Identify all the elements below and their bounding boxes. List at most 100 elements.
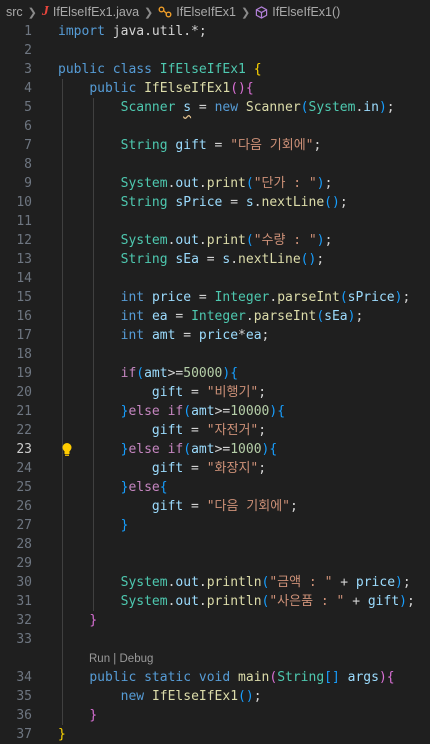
line-number[interactable]: 24 bbox=[0, 459, 32, 478]
code-text[interactable]: } bbox=[58, 706, 97, 725]
line-number[interactable]: 17 bbox=[0, 326, 32, 345]
code-text[interactable]: }else if(amt>=1000){ bbox=[58, 440, 278, 459]
code-token: gift bbox=[151, 423, 184, 438]
line-number[interactable]: 25 bbox=[0, 478, 32, 497]
code-text[interactable]: System.out.print("단가 : "); bbox=[58, 174, 333, 193]
line-number[interactable]: 35 bbox=[0, 687, 32, 706]
line-number[interactable]: 34 bbox=[0, 668, 32, 687]
line-number[interactable]: 30 bbox=[0, 573, 32, 592]
breadcrumb-method[interactable]: IfElseIfEx1() bbox=[272, 5, 340, 19]
code-editor[interactable]: 1 import java.util.*; 2 3 public class IfEls… bbox=[0, 22, 430, 744]
line-number[interactable]: 15 bbox=[0, 288, 32, 307]
line-number[interactable]: 18 bbox=[0, 345, 32, 364]
code-text[interactable]: int amt = price*ea; bbox=[58, 326, 270, 345]
code-text[interactable]: System.out.println("금액 : " + price); bbox=[58, 573, 411, 592]
code-text[interactable]: gift = "자전거"; bbox=[58, 421, 266, 440]
breadcrumb-class[interactable]: IfElseIfEx1 bbox=[176, 5, 236, 19]
line-number[interactable]: 26 bbox=[0, 497, 32, 516]
indent-guide bbox=[93, 269, 94, 288]
code-token: System bbox=[308, 100, 356, 115]
indent-guide bbox=[62, 269, 63, 288]
line-number[interactable]: 29 bbox=[0, 554, 32, 573]
code-text[interactable]: } bbox=[58, 725, 66, 744]
code-token: { bbox=[269, 442, 278, 457]
line-number[interactable]: 19 bbox=[0, 364, 32, 383]
line-number[interactable]: 36 bbox=[0, 706, 32, 725]
code-line: 11 bbox=[0, 212, 430, 231]
line-number[interactable]: 8 bbox=[0, 155, 32, 174]
code-token: sEa bbox=[324, 309, 348, 324]
java-file-icon: J bbox=[41, 4, 49, 19]
line-number[interactable]: 10 bbox=[0, 193, 32, 212]
code-token: int bbox=[120, 290, 145, 305]
codelens-separator: | bbox=[110, 653, 120, 665]
line-number[interactable]: 33 bbox=[0, 630, 32, 649]
code-text[interactable]: public IfElseIfEx1(){ bbox=[58, 79, 253, 98]
code-text[interactable]: }else{ bbox=[58, 478, 168, 497]
code-token: . bbox=[198, 233, 207, 248]
line-number[interactable]: 5 bbox=[0, 98, 32, 117]
breadcrumb-file[interactable]: IfElseIfEx1.java bbox=[53, 5, 139, 19]
code-token: = bbox=[167, 309, 192, 324]
code-text[interactable]: new IfElseIfEx1(); bbox=[58, 687, 262, 706]
code-token: . bbox=[198, 594, 207, 609]
line-number[interactable]: 16 bbox=[0, 307, 32, 326]
code-text[interactable]: gift = "비행기"; bbox=[58, 383, 266, 402]
code-text[interactable]: gift = "화장지"; bbox=[58, 459, 266, 478]
line-number[interactable]: 3 bbox=[0, 60, 32, 79]
code-text[interactable]: System.out.print("수량 : "); bbox=[58, 231, 333, 250]
line-number[interactable]: 14 bbox=[0, 269, 32, 288]
code-text[interactable]: String gift = "다음 기회에"; bbox=[58, 136, 322, 155]
line-number[interactable]: 4 bbox=[0, 79, 32, 98]
breadcrumb-folder[interactable]: src bbox=[6, 5, 23, 19]
code-token: main bbox=[238, 670, 270, 685]
line-number[interactable]: 20 bbox=[0, 383, 32, 402]
line-number[interactable]: 9 bbox=[0, 174, 32, 193]
debug-codelens[interactable]: Debug bbox=[120, 653, 154, 665]
code-token: public bbox=[89, 670, 137, 685]
code-token: . bbox=[198, 575, 207, 590]
code-text[interactable]: String sEa = s.nextLine(); bbox=[58, 250, 325, 269]
line-number[interactable]: 32 bbox=[0, 611, 32, 630]
code-token: () bbox=[300, 252, 317, 267]
code-text[interactable]: System.out.println("사은품 : " + gift); bbox=[58, 592, 415, 611]
code-text[interactable]: public class IfElseIfEx1 { bbox=[58, 60, 262, 79]
code-token: ( bbox=[269, 670, 278, 685]
line-number[interactable]: 27 bbox=[0, 516, 32, 535]
line-number[interactable]: 23 bbox=[0, 440, 32, 459]
line-number[interactable]: 37 bbox=[0, 725, 32, 744]
line-number[interactable]: 31 bbox=[0, 592, 32, 611]
line-number[interactable]: 13 bbox=[0, 250, 32, 269]
code-text[interactable]: int ea = Integer.parseInt(sEa); bbox=[58, 307, 364, 326]
code-text[interactable]: gift = "다음 기회에"; bbox=[58, 497, 298, 516]
code-token: gift bbox=[151, 499, 184, 514]
code-text[interactable]: } bbox=[58, 516, 129, 535]
code-text[interactable]: int price = Integer.parseInt(sPrice); bbox=[58, 288, 411, 307]
line-number[interactable]: 1 bbox=[0, 22, 32, 41]
line-number[interactable]: 22 bbox=[0, 421, 32, 440]
indent-guide bbox=[62, 345, 63, 364]
line-number[interactable]: 11 bbox=[0, 212, 32, 231]
code-line: 20 gift = "비행기"; bbox=[0, 383, 430, 402]
code-text[interactable]: public static void main(String[] args){ bbox=[58, 668, 394, 687]
code-token: gift bbox=[175, 138, 207, 153]
line-number[interactable]: 7 bbox=[0, 136, 32, 155]
line-number[interactable]: 2 bbox=[0, 41, 32, 60]
code-text[interactable]: if(amt>=50000){ bbox=[58, 364, 238, 383]
code-text[interactable]: } bbox=[58, 611, 97, 630]
code-token: >= bbox=[167, 366, 184, 381]
run-codelens[interactable]: Run bbox=[89, 653, 110, 665]
code-text[interactable]: Scanner s = new Scanner(System.in); bbox=[58, 98, 395, 117]
line-number[interactable]: 21 bbox=[0, 402, 32, 421]
code-line: 5 Scanner s = new Scanner(System.in); bbox=[0, 98, 430, 117]
code-text[interactable]: String sPrice = s.nextLine(); bbox=[58, 193, 348, 212]
code-text[interactable]: }else if(amt>=10000){ bbox=[58, 402, 285, 421]
line-number[interactable]: 12 bbox=[0, 231, 32, 250]
line-number[interactable]: 28 bbox=[0, 535, 32, 554]
code-text[interactable]: import java.util.*; bbox=[58, 22, 207, 41]
line-number[interactable]: 6 bbox=[0, 117, 32, 136]
